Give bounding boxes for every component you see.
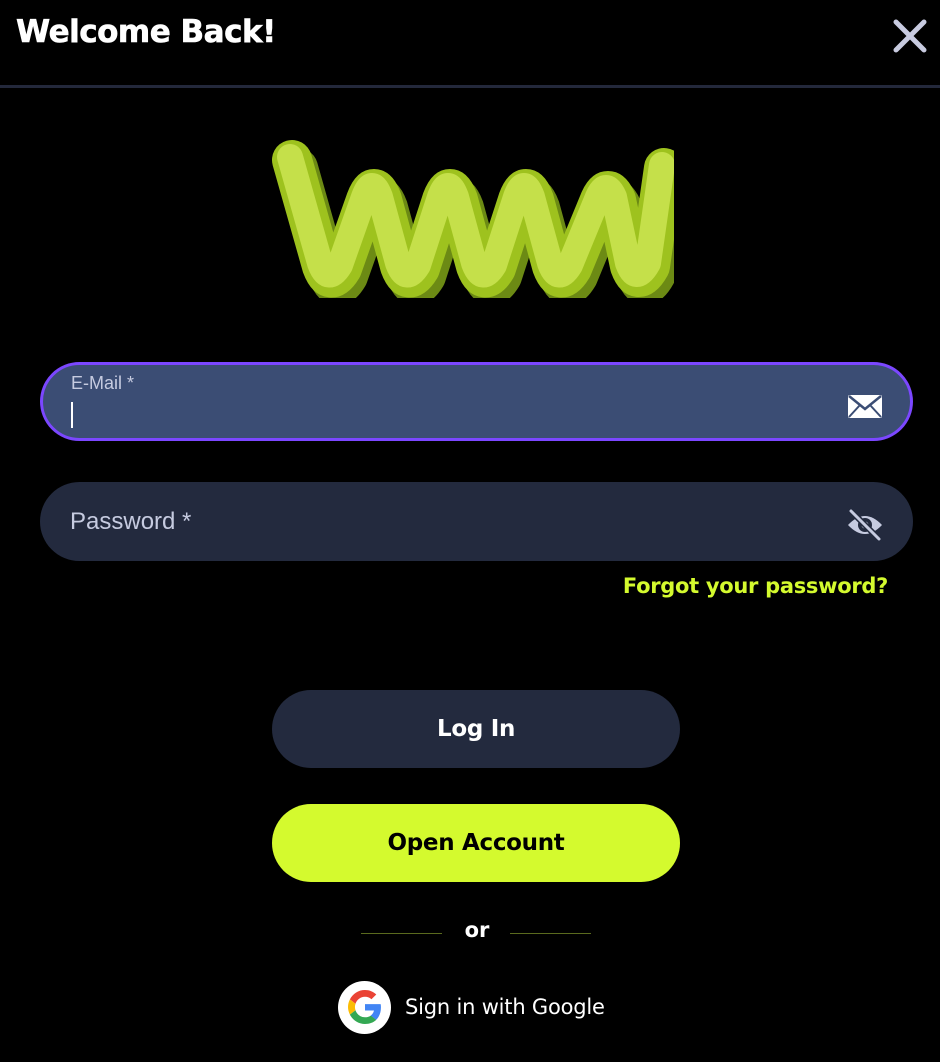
google-signin-label: Sign in with Google [405, 995, 605, 1019]
email-field[interactable]: E-Mail * [40, 362, 913, 441]
close-button[interactable] [890, 16, 930, 56]
brand-logo [270, 138, 690, 306]
password-field[interactable]: Password * [40, 482, 913, 561]
divider-left [361, 933, 442, 934]
login-button[interactable]: Log In [272, 690, 680, 768]
close-icon [893, 19, 927, 53]
forgot-password-link[interactable]: Forgot your password? [623, 574, 888, 598]
open-account-button[interactable]: Open Account [272, 804, 680, 882]
password-label: Password * [70, 508, 192, 535]
email-label: E-Mail * [71, 373, 135, 393]
or-separator: or [464, 918, 490, 942]
eye-off-icon[interactable] [845, 505, 885, 545]
wave-logo-icon [272, 140, 690, 306]
google-icon [338, 980, 391, 1034]
divider-right [510, 933, 591, 934]
envelope-icon [845, 386, 885, 426]
modal-header: Welcome Back! [0, 0, 940, 88]
modal-title: Welcome Back! [16, 14, 277, 51]
google-signin-button[interactable]: Sign in with Google [338, 980, 605, 1034]
text-caret [71, 402, 73, 428]
